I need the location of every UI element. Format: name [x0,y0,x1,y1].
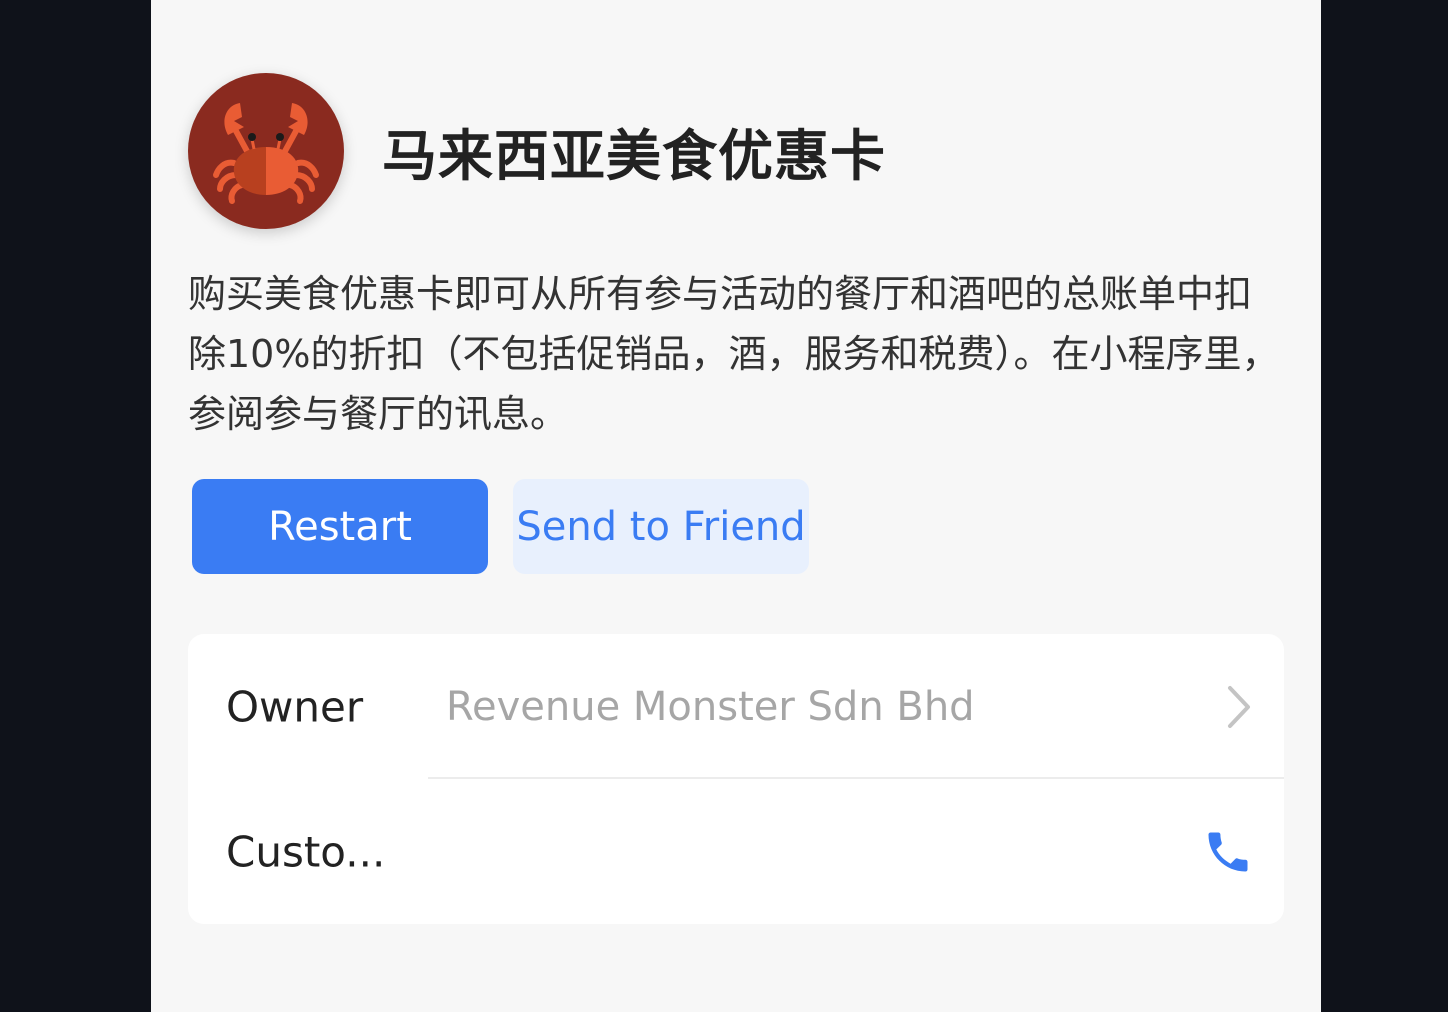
info-card: Owner Revenue Monster Sdn Bhd Custo... [188,634,1284,924]
owner-value: Revenue Monster Sdn Bhd [446,683,975,730]
card-description: 购买美食优惠卡即可从所有参与活动的餐厅和酒吧的总账单中扣除10%的折扣（不包括促… [188,272,1280,436]
crab-icon [188,73,344,229]
header: 马来西亚美食优惠卡 [188,73,886,229]
customer-service-label: Custo... [226,827,386,876]
owner-row[interactable]: Owner Revenue Monster Sdn Bhd [188,634,1284,779]
owner-label: Owner [226,682,364,731]
phone-icon[interactable] [1202,826,1254,878]
mini-program-panel: 马来西亚美食优惠卡 购买美食优惠卡即可从所有参与活动的餐厅和酒吧的总账单中扣除1… [151,0,1321,1012]
action-buttons: Restart Send to Friend [192,479,809,574]
customer-service-row[interactable]: Custo... [188,779,1284,924]
chevron-right-icon [1228,685,1250,728]
restart-button[interactable]: Restart [192,479,488,574]
send-to-friend-button[interactable]: Send to Friend [513,479,809,574]
page-title: 马来西亚美食优惠卡 [382,124,887,188]
